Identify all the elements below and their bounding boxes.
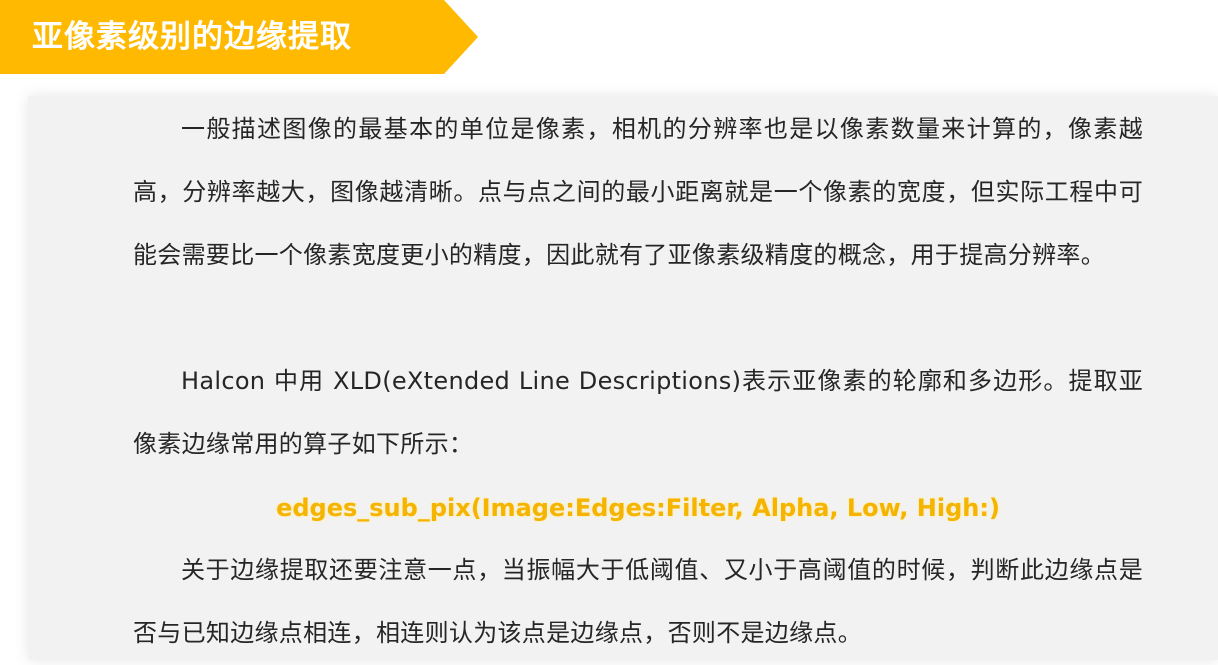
title-banner: 亚像素级别的边缘提取 xyxy=(0,0,478,74)
content-card: 一般描述图像的最基本的单位是像素，相机的分辨率也是以像素数量来计算的，像素越高，… xyxy=(28,96,1218,660)
paragraph-xld: Halcon 中用 XLD(eXtended Line Descriptions… xyxy=(133,367,1143,458)
paragraph-pixel-intro: 一般描述图像的最基本的单位是像素，相机的分辨率也是以像素数量来计算的，像素越高，… xyxy=(133,115,1143,269)
operator-signature: edges_sub_pix(Image:Edges:Filter, Alpha,… xyxy=(276,494,1000,522)
page-title: 亚像素级别的边缘提取 xyxy=(32,19,352,55)
paragraph-edge-note: 关于边缘提取还要注意一点，当振幅大于低阈值、又小于高阈值的时候，判断此边缘点是否… xyxy=(133,556,1143,647)
